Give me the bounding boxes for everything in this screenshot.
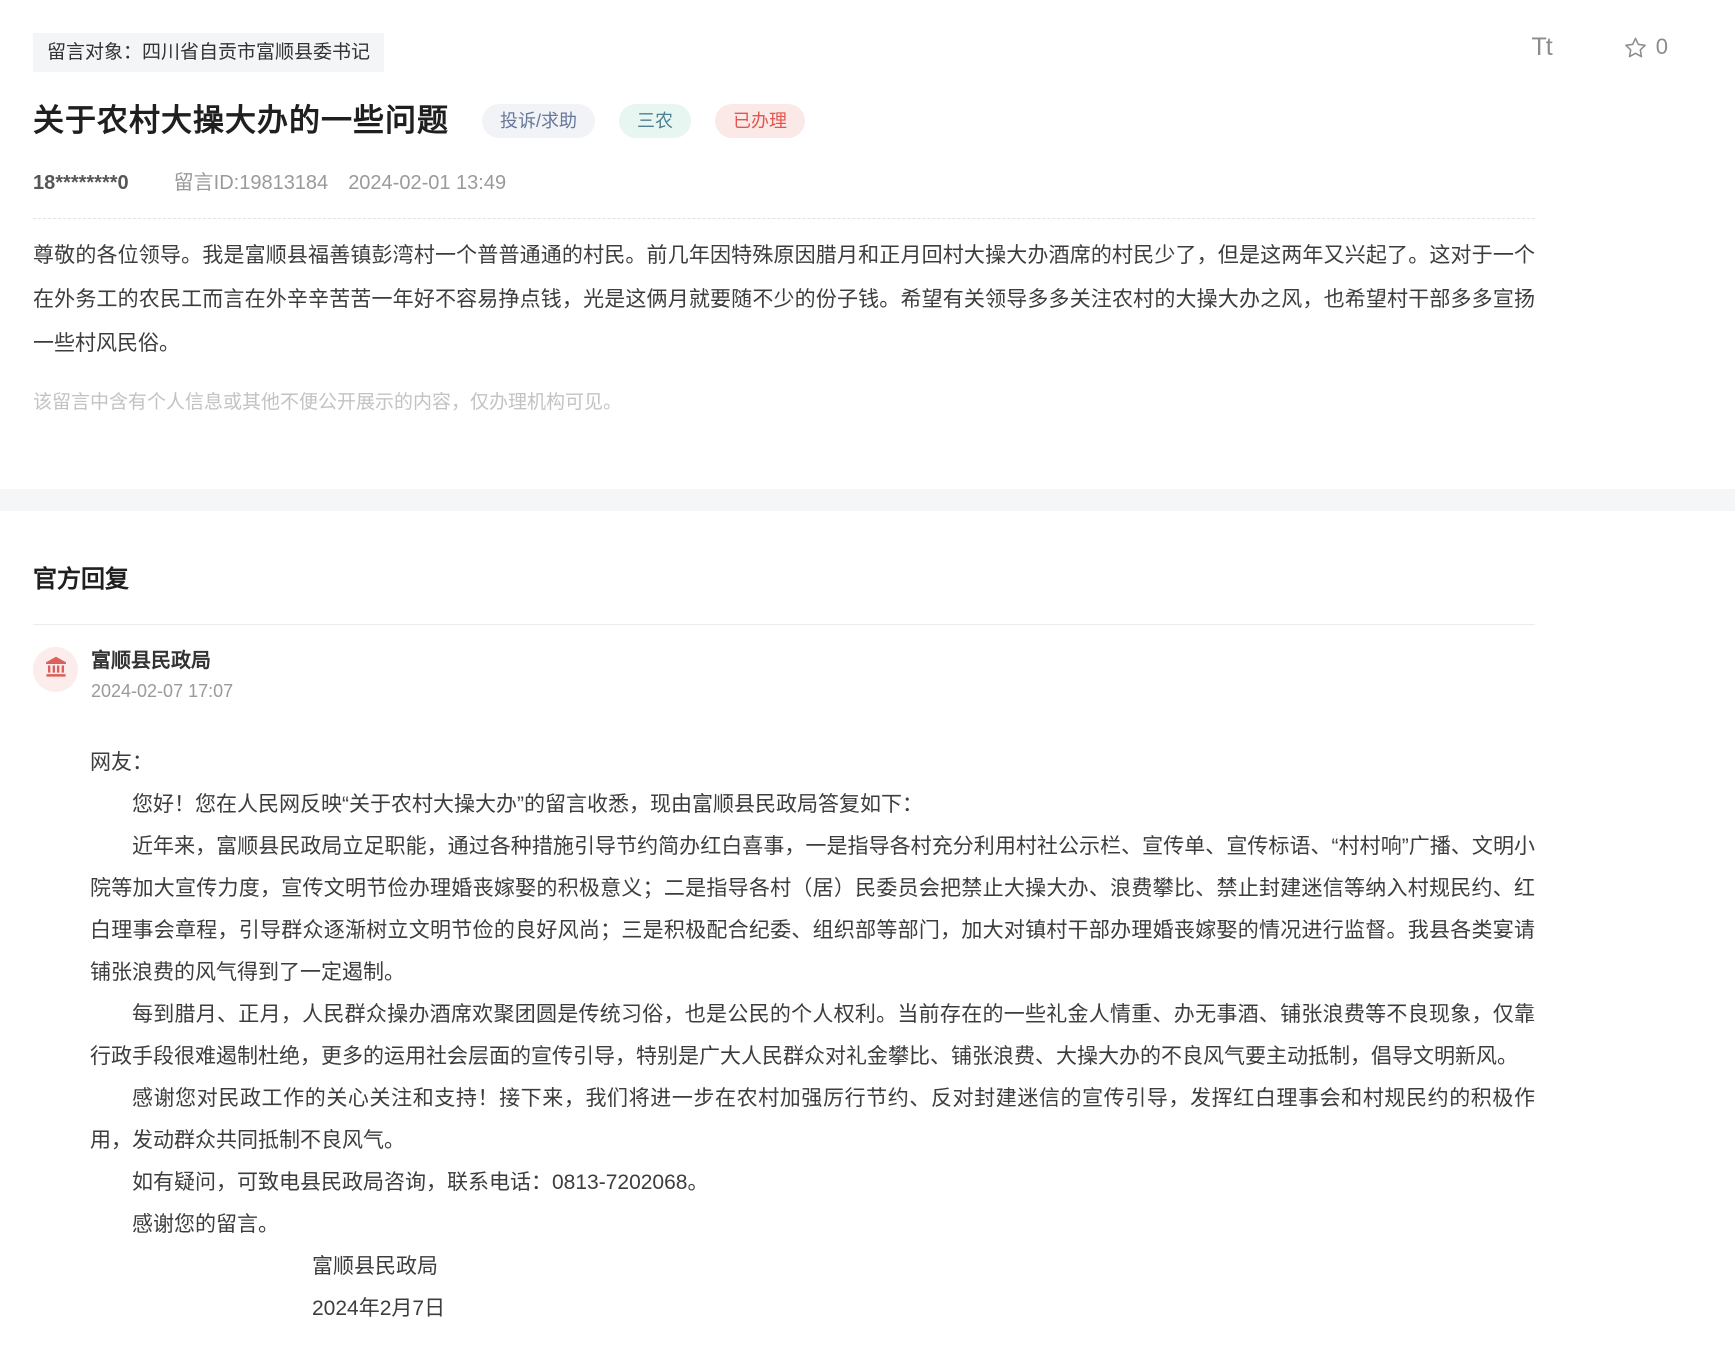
message-body: 尊敬的各位领导。我是富顺县福善镇彭湾村一个普普通通的村民。前几年因特殊原因腊月和… <box>33 234 1535 366</box>
reply-signature-date: 2024年2月7日 <box>90 1288 1535 1330</box>
avatar <box>33 647 78 692</box>
reply-paragraph: 如有疑问，可致电县民政局咨询，联系电话：0813-7202068。 <box>90 1162 1535 1204</box>
reply-divider <box>33 624 1535 625</box>
reply-paragraph: 您好！您在人民网反映“关于农村大操大办”的留言收悉，现由富顺县民政局答复如下： <box>90 784 1535 826</box>
reply-paragraph: 网友： <box>90 742 1535 784</box>
message-id: 留言ID:19813184 <box>174 166 329 195</box>
favorite-button[interactable]: 0 <box>1624 34 1668 60</box>
privacy-note: 该留言中含有个人信息或其他不便公开展示的内容，仅办理机构可见。 <box>33 387 1535 414</box>
reply-agency-name: 富顺县民政局 <box>91 650 233 672</box>
reply-paragraph: 感谢您对民政工作的关心关注和支持！接下来，我们将进一步在农村加强厉行节约、反对封… <box>90 1078 1535 1162</box>
reply-signature-name: 富顺县民政局 <box>90 1246 1535 1288</box>
title-row: 关于农村大操大办的一些问题 投诉/求助 三农 已办理 <box>33 102 1535 139</box>
reply-datetime: 2024-02-07 17:07 <box>91 681 233 702</box>
message-author-phone: 18********0 <box>33 172 129 195</box>
message-meta: 18********0 留言ID:19813184 2024-02-01 13:… <box>33 166 1535 195</box>
message-tags: 投诉/求助 三农 已办理 <box>482 104 805 138</box>
government-building-icon <box>43 654 69 685</box>
message-title: 关于农村大操大办的一些问题 <box>33 102 449 139</box>
dashed-divider <box>33 218 1535 219</box>
favorite-count: 0 <box>1656 34 1668 60</box>
reply-header: 富顺县民政局 2024-02-07 17:07 <box>33 647 1535 702</box>
reply-paragraph: 近年来，富顺县民政局立足职能，通过各种措施引导节约简办红白喜事，一是指导各村充分… <box>90 826 1535 994</box>
tag-category: 投诉/求助 <box>482 104 595 138</box>
top-actions: Tt 0 <box>1532 34 1668 60</box>
reply-body: 网友： 您好！您在人民网反映“关于农村大操大办”的留言收悉，现由富顺县民政局答复… <box>90 742 1535 1330</box>
message-target-badge: 留言对象：四川省自贡市富顺县委书记 <box>33 33 384 72</box>
section-separator <box>0 489 1735 511</box>
reply-paragraph: 感谢您的留言。 <box>90 1204 1535 1246</box>
page: 留言对象：四川省自贡市富顺县委书记 Tt 0 关于农村大操大办的一些问题 投诉/… <box>0 0 1735 1370</box>
message-card: 留言对象：四川省自贡市富顺县委书记 Tt 0 关于农村大操大办的一些问题 投诉/… <box>0 0 1735 489</box>
tag-status-badge: 已办理 <box>715 104 805 138</box>
message-datetime: 2024-02-01 13:49 <box>348 172 506 195</box>
official-reply-heading: 官方回复 <box>33 559 1535 594</box>
reply-meta: 富顺县民政局 2024-02-07 17:07 <box>91 647 233 702</box>
star-icon <box>1624 36 1647 59</box>
official-reply-section: 官方回复 富顺县民政局 2024-02-07 17:07 网友： 您好！您在人民… <box>0 511 1735 1370</box>
tag-domain: 三农 <box>619 104 691 138</box>
font-size-icon[interactable]: Tt <box>1532 35 1552 60</box>
reply-paragraph: 每到腊月、正月，人民群众操办酒席欢聚团圆是传统习俗，也是公民的个人权利。当前存在… <box>90 994 1535 1078</box>
